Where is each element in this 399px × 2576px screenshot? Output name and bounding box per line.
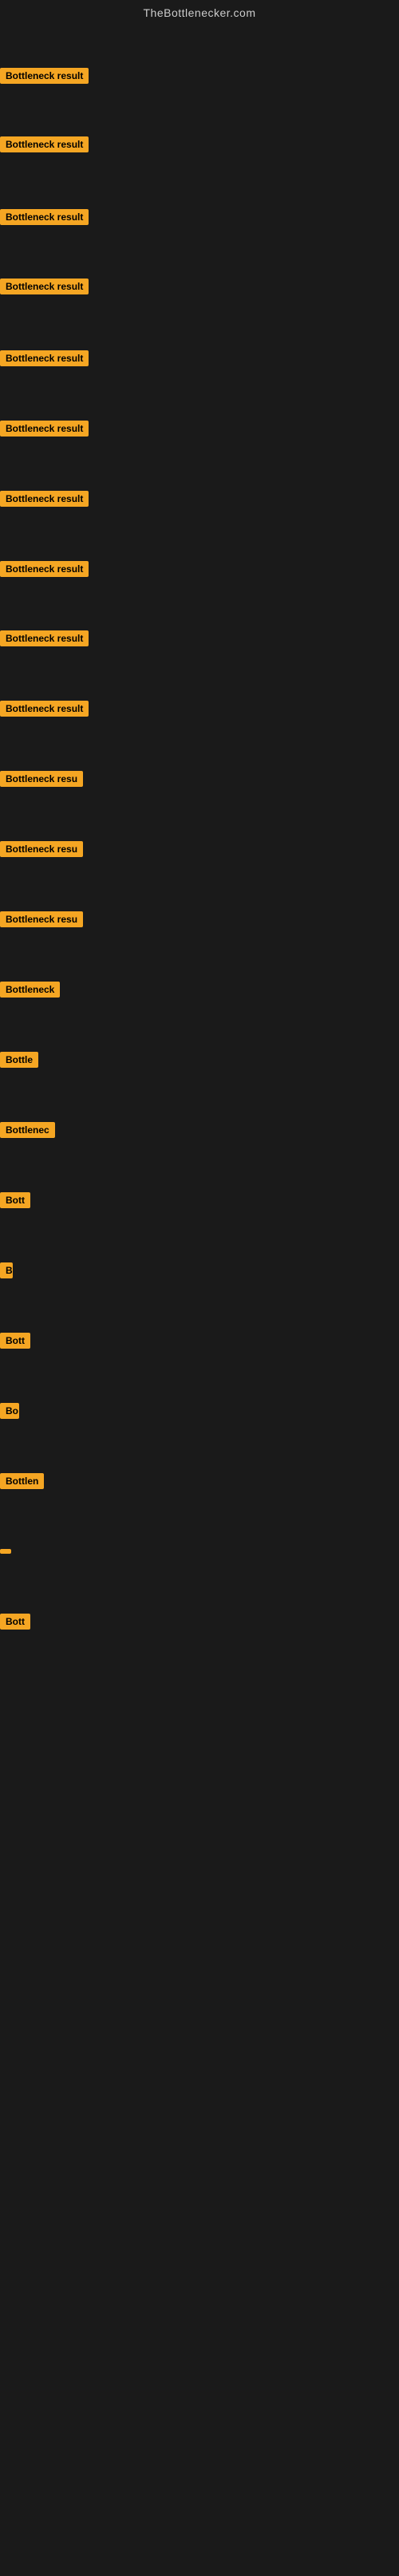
bottleneck-result-badge[interactable]: Bottleneck resu — [0, 911, 83, 927]
bottleneck-result-badge[interactable]: B — [0, 1262, 13, 1278]
badge-row: Bottleneck — [0, 982, 60, 1002]
badge-row — [0, 1543, 11, 1558]
bottleneck-result-badge[interactable]: Bottleneck result — [0, 209, 89, 225]
badge-row: Bott — [0, 1333, 30, 1353]
badge-row: Bottleneck result — [0, 491, 89, 511]
badge-row: Bott — [0, 1192, 30, 1212]
bottleneck-result-badge[interactable]: Bottleneck result — [0, 630, 89, 646]
bottleneck-result-badge[interactable]: Bo — [0, 1403, 19, 1419]
badge-row: Bottle — [0, 1052, 38, 1072]
badge-row: Bottleneck result — [0, 701, 89, 721]
bottleneck-result-badge[interactable]: Bottleneck result — [0, 68, 89, 84]
bottleneck-result-badge[interactable]: Bottleneck result — [0, 491, 89, 507]
badge-row: Bottleneck resu — [0, 771, 83, 791]
badge-row: Bottleneck result — [0, 561, 89, 581]
badge-row: Bottlen — [0, 1473, 44, 1493]
bottleneck-result-badge[interactable]: Bottleneck result — [0, 350, 89, 366]
bottleneck-result-badge[interactable]: Bottleneck resu — [0, 841, 83, 857]
badge-row: Bottleneck result — [0, 421, 89, 441]
bottleneck-result-badge[interactable]: Bottle — [0, 1052, 38, 1068]
bottleneck-result-badge[interactable] — [0, 1549, 11, 1554]
bottleneck-result-badge[interactable]: Bottleneck result — [0, 279, 89, 294]
badge-row: Bottleneck result — [0, 209, 89, 229]
badge-row: Bottleneck result — [0, 136, 89, 156]
badge-row: Bottleneck resu — [0, 841, 83, 861]
bottleneck-result-badge[interactable]: Bott — [0, 1192, 30, 1208]
bottleneck-result-badge[interactable]: Bottleneck resu — [0, 771, 83, 787]
bottleneck-result-badge[interactable]: Bottlenec — [0, 1122, 55, 1138]
bottleneck-result-badge[interactable]: Bott — [0, 1333, 30, 1349]
bottleneck-result-badge[interactable]: Bottleneck result — [0, 136, 89, 152]
badge-row: Bottlenec — [0, 1122, 55, 1142]
badge-row: Bottleneck result — [0, 68, 89, 88]
badge-row: Bottleneck result — [0, 279, 89, 298]
badge-row: Bottleneck result — [0, 350, 89, 370]
bottleneck-result-badge[interactable]: Bottleneck result — [0, 421, 89, 437]
bottleneck-result-badge[interactable]: Bottleneck result — [0, 701, 89, 717]
badge-row: Bottleneck resu — [0, 911, 83, 931]
bottleneck-result-badge[interactable]: Bottleneck — [0, 982, 60, 998]
site-title: TheBottlenecker.com — [0, 0, 399, 22]
badge-row: Bo — [0, 1403, 19, 1423]
bottleneck-result-badge[interactable]: Bott — [0, 1614, 30, 1630]
badge-row: Bottleneck result — [0, 630, 89, 650]
badge-row: Bott — [0, 1614, 30, 1634]
bottleneck-result-badge[interactable]: Bottlen — [0, 1473, 44, 1489]
bottleneck-result-badge[interactable]: Bottleneck result — [0, 561, 89, 577]
badge-row: B — [0, 1262, 13, 1282]
